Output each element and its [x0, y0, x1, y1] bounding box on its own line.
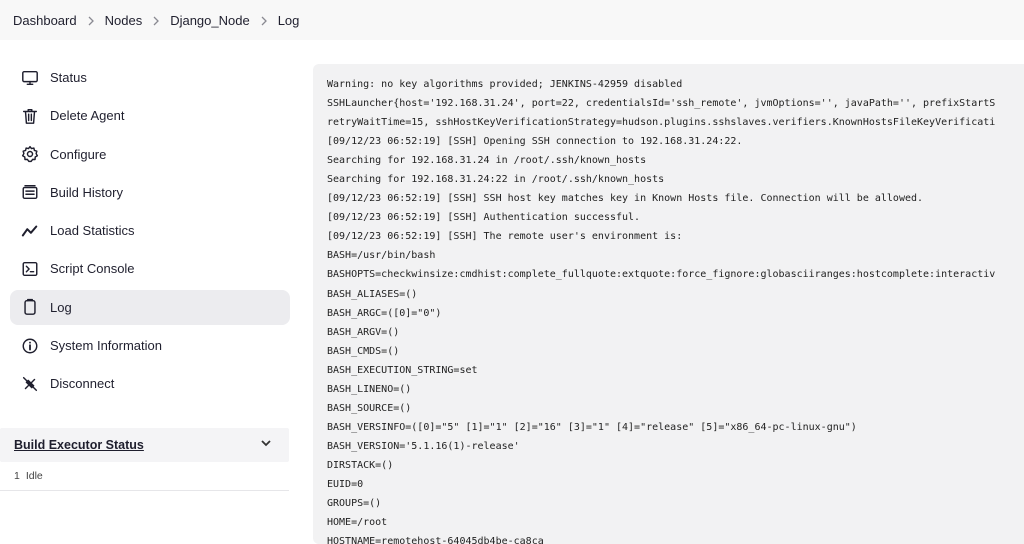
sidebar-item-load-statistics[interactable]: Load Statistics: [10, 213, 290, 248]
executor-title-link[interactable]: Build Executor Status: [14, 438, 144, 452]
sidebar-item-label: Disconnect: [50, 376, 115, 392]
breadcrumb-django-node[interactable]: Django_Node: [170, 13, 250, 28]
sidebar-item-label: Delete Agent: [50, 108, 125, 124]
log-line: BASH_EXECUTION_STRING=set: [327, 364, 478, 376]
sidebar-item-label: System Information: [50, 338, 162, 354]
sidebar-item-label: Build History: [50, 184, 123, 200]
sidebar-item-disconnect[interactable]: Disconnect: [10, 366, 290, 401]
log-line: BASH_CMDS=(): [327, 345, 400, 357]
log-line: DIRSTACK=(): [327, 459, 394, 471]
disconnect-icon: [20, 374, 40, 394]
log-line: Warning: no key algorithms provided; JEN…: [327, 79, 683, 90]
log-line: [09/12/23 06:52:19] [SSH] SSH host key m…: [327, 193, 924, 205]
log-line: BASH_LINENO=(): [327, 383, 412, 395]
build-executor-status: Build Executor Status 1 Idle: [0, 428, 289, 491]
terminal-icon: [20, 259, 40, 279]
log-line: Searching for 192.168.31.24 in /root/.ss…: [327, 155, 647, 167]
sidebar-item-configure[interactable]: Configure: [10, 137, 290, 172]
sidebar-item-status[interactable]: Status: [10, 60, 290, 95]
log-line: GROUPS=(): [327, 498, 382, 510]
breadcrumb-dashboard[interactable]: Dashboard: [13, 13, 77, 28]
sidebar-item-script-console[interactable]: Script Console: [10, 251, 290, 286]
log-line: BASH_ARGC=([0]="0"): [327, 307, 442, 319]
chevron-right-icon: [77, 13, 105, 27]
log-output: Warning: no key algorithms provided; JEN…: [327, 75, 1024, 544]
log-line: BASH_VERSION='5.1.16(1)-release': [327, 440, 520, 452]
sidebar-item-label: Status: [50, 70, 87, 85]
log-line: Searching for 192.168.31.24:22 in /root/…: [327, 174, 665, 186]
breadcrumb: Dashboard Nodes Django_Node Log: [0, 0, 1024, 40]
sidebar-item-log[interactable]: Log: [10, 289, 290, 325]
chevron-right-icon: [142, 13, 170, 27]
log-line: retryWaitTime=15, sshHostKeyVerification…: [327, 117, 996, 129]
log-line: BASH_ALIASES=(): [327, 288, 418, 300]
info-icon: [20, 336, 40, 356]
log-output-panel[interactable]: Warning: no key algorithms provided; JEN…: [313, 64, 1024, 544]
log-line: [09/12/23 06:52:19] [SSH] The remote use…: [327, 231, 683, 243]
log-line: BASHOPTS=checkwinsize:cmdhist:complete_f…: [327, 269, 996, 281]
side-panel: Status Delete Agent Configure Build Hist…: [10, 60, 290, 405]
log-line: [09/12/23 06:52:19] [SSH] Opening SSH co…: [327, 136, 743, 148]
executor-number: 1: [14, 470, 20, 482]
breadcrumb-nodes[interactable]: Nodes: [105, 13, 143, 28]
log-line: EUID=0: [327, 478, 364, 490]
sidebar-item-label: Script Console: [50, 261, 135, 277]
sidebar-item-label: Configure: [50, 146, 107, 162]
executor-header: Build Executor Status: [0, 428, 289, 462]
log-line: HOSTNAME=remotehost-64045db4be-ca8ca: [327, 536, 544, 544]
clipboard-icon: [20, 297, 40, 317]
chevron-down-icon[interactable]: [259, 436, 273, 455]
trend-icon: [20, 221, 40, 241]
sidebar-item-label: Load Statistics: [50, 223, 135, 239]
sidebar-item-delete-agent[interactable]: Delete Agent: [10, 98, 290, 133]
log-line: SSHLauncher{host='192.168.31.24', port=2…: [327, 98, 996, 110]
log-line: HOME=/root: [327, 517, 388, 529]
gear-icon: [20, 144, 40, 164]
log-line: BASH_SOURCE=(): [327, 402, 412, 414]
log-line: BASH_ARGV=(): [327, 326, 400, 338]
executor-state: Idle: [25, 470, 43, 482]
sidebar-item-label: Log: [50, 299, 72, 315]
chevron-right-icon: [250, 13, 278, 27]
sidebar-item-system-information[interactable]: System Information: [10, 328, 290, 363]
trash-icon: [20, 106, 40, 126]
sidebar-item-build-history[interactable]: Build History: [10, 175, 290, 210]
log-line: [09/12/23 06:52:19] [SSH] Authentication…: [327, 212, 641, 224]
monitor-icon: [20, 68, 40, 88]
log-line: BASH_VERSINFO=([0]="5" [1]="1" [2]="16" …: [327, 421, 857, 433]
log-line: BASH=/usr/bin/bash: [327, 250, 436, 262]
history-icon: [20, 182, 40, 202]
breadcrumb-log[interactable]: Log: [278, 13, 300, 28]
executor-row: 1 Idle: [0, 462, 289, 491]
